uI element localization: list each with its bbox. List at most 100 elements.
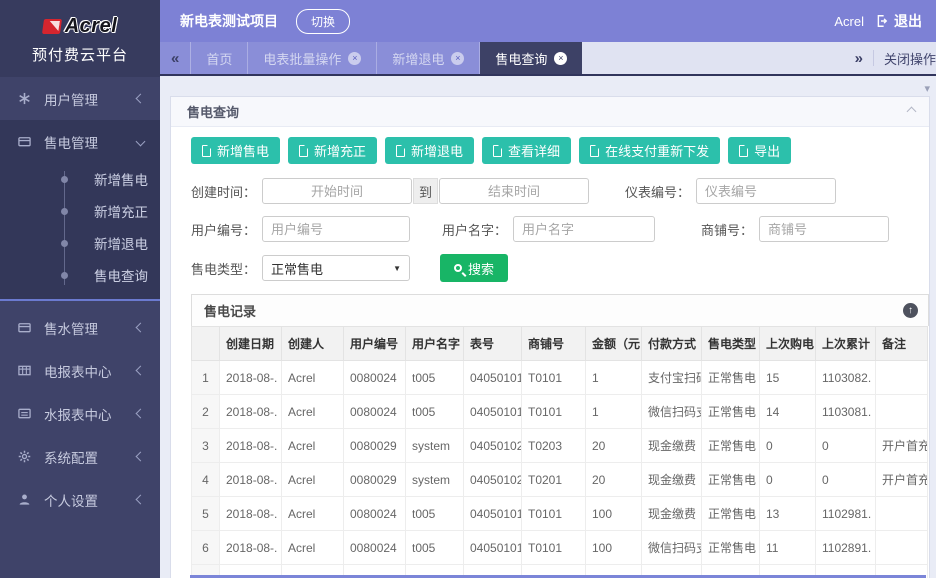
list-icon <box>18 407 34 420</box>
start-time-input[interactable] <box>262 178 412 204</box>
sidebar-item-system-config[interactable]: 系统配置 <box>0 435 160 478</box>
tab-new-refund[interactable]: 新增退电× <box>377 42 480 74</box>
table-row[interactable]: 12018-08-.Acrel0080024t00504050101T01011… <box>192 361 928 395</box>
sidebar-item-label: 售电管理 <box>44 132 137 152</box>
collapse-panel-icon[interactable] <box>907 107 917 117</box>
search-icon <box>454 264 462 272</box>
filter-form: 创建时间： 到 仪表编号： 用户编号： 用户名字： 商铺号： <box>171 164 929 282</box>
scroll-tabs-right-icon[interactable]: » <box>855 50 863 67</box>
panel-title: 售电查询 <box>187 102 239 121</box>
table-cell: 04050102 <box>464 463 522 497</box>
file-icon <box>493 145 502 157</box>
table-cell: 正常售电 <box>702 395 760 429</box>
row-index-cell: 4 <box>192 463 220 497</box>
table-cell: 04050101 <box>464 531 522 565</box>
table-cell: 15 <box>760 361 816 395</box>
sidebar: Acrel 预付费云平台 用户管理售电管理新增售电新增充正新增退电售电查询售水管… <box>0 0 160 578</box>
sidebar-item-sale-mgmt[interactable]: 售电管理 <box>0 120 160 163</box>
brand: Acrel 预付费云平台 <box>0 0 160 77</box>
select-caret-icon: ▼ <box>393 264 401 273</box>
caret-down-icon[interactable]: ▾ <box>924 82 930 95</box>
sidebar-item-elec-report-center[interactable]: 电报表中心 <box>0 349 160 392</box>
username[interactable]: Acrel <box>834 14 864 29</box>
table-title-bar: 售电记录 ↑ <box>191 294 929 326</box>
table-col-header: 售电类型 <box>702 327 760 361</box>
tab-home[interactable]: 首页 <box>191 42 248 74</box>
table-row[interactable]: 52018-08-.Acrel0080024t00504050101T01011… <box>192 497 928 531</box>
table-cell: 1102981. <box>816 497 876 531</box>
tab-sale-query[interactable]: 售电查询× <box>480 42 582 74</box>
logout-icon[interactable] <box>874 14 888 28</box>
close-tab-icon[interactable]: × <box>451 52 464 65</box>
table-row[interactable]: 42018-08-.Acrel0080029system04050102T020… <box>192 463 928 497</box>
sidebar-subitem-new-refund[interactable]: 新增退电 <box>0 227 160 259</box>
table-cell: 正常售电 <box>702 463 760 497</box>
online-pay-reissue-button[interactable]: 在线支付重新下发 <box>579 137 720 164</box>
sidebar-subitem-sale-query[interactable]: 售电查询 <box>0 259 160 291</box>
sidebar-item-water-sale-mgmt[interactable]: 售水管理 <box>0 306 160 349</box>
table-col-header <box>192 327 220 361</box>
table-cell: 100 <box>586 497 642 531</box>
sidebar-subitem-new-correction[interactable]: 新增充正 <box>0 195 160 227</box>
table-row[interactable]: 62018-08-.Acrel0080024t00504050101T01011… <box>192 531 928 565</box>
table-cell: Acrel <box>282 429 344 463</box>
end-time-input[interactable] <box>439 178 589 204</box>
table-cell: 20 <box>586 429 642 463</box>
shop-no-input[interactable] <box>759 216 889 242</box>
records-table: 创建日期创建人用户编号用户名字表号商铺号金额（元付款方式售电类型上次购电上次累计… <box>191 326 928 578</box>
new-sale-button[interactable]: 新增售电 <box>191 137 280 164</box>
chevron-left-icon <box>136 495 146 505</box>
meter-no-input[interactable] <box>696 178 836 204</box>
sidebar-subitem-label: 新增售电 <box>94 169 148 189</box>
table-cell: 微信扫码支付 <box>642 531 702 565</box>
sidebar-item-personal-settings[interactable]: 个人设置 <box>0 478 160 521</box>
sidebar-subitem-new-sale[interactable]: 新增售电 <box>0 163 160 195</box>
table-body: 12018-08-.Acrel0080024t00504050101T01011… <box>192 361 928 578</box>
table-cell: 1 <box>586 361 642 395</box>
gear-icon <box>18 450 34 463</box>
table-cell <box>876 531 928 565</box>
close-tab-icon[interactable]: × <box>554 52 567 65</box>
sidebar-item-user-mgmt[interactable]: 用户管理 <box>0 77 160 120</box>
scroll-top-icon[interactable]: ↑ <box>903 303 918 318</box>
close-tab-icon[interactable]: × <box>348 52 361 65</box>
table-col-header: 上次购电 <box>760 327 816 361</box>
user-no-label: 用户编号： <box>191 220 256 239</box>
sidebar-subitem-label: 新增充正 <box>94 201 148 221</box>
bullet-icon <box>61 176 68 183</box>
table-cell: 现金缴费 <box>642 497 702 531</box>
switch-project-button[interactable]: 切换 <box>296 9 350 34</box>
new-refund-button[interactable]: 新增退电 <box>385 137 474 164</box>
button-label: 查看详细 <box>508 141 560 160</box>
user-name-input[interactable] <box>513 216 655 242</box>
sale-type-select[interactable]: 正常售电 ▼ <box>262 255 410 281</box>
table-cell: T0101 <box>522 395 586 429</box>
close-operations-button[interactable]: 关闭操作 <box>884 49 936 68</box>
table-cell: Acrel <box>282 497 344 531</box>
table-cell: t005 <box>406 497 464 531</box>
search-button[interactable]: 搜索 <box>440 254 508 282</box>
user-icon <box>18 493 34 506</box>
table-cell: 现金缴费 <box>642 429 702 463</box>
view-detail-button[interactable]: 查看详细 <box>482 137 571 164</box>
tab-meter-batch-ops[interactable]: 电表批量操作× <box>248 42 377 74</box>
bullet-icon <box>61 272 68 279</box>
export-button[interactable]: 导出 <box>728 137 791 164</box>
user-no-input[interactable] <box>262 216 410 242</box>
table-cell: 11 <box>760 531 816 565</box>
sidebar-subitem-label: 售电查询 <box>94 265 148 285</box>
new-correction-button[interactable]: 新增充正 <box>288 137 377 164</box>
sidebar-item-water-report-center[interactable]: 水报表中心 <box>0 392 160 435</box>
sidebar-section-sale-mgmt: 售电管理新增售电新增充正新增退电售电查询 <box>0 120 160 299</box>
table-cell: t005 <box>406 531 464 565</box>
row-index-cell: 3 <box>192 429 220 463</box>
scroll-tabs-left-icon[interactable]: « <box>160 42 191 74</box>
button-label: 新增充正 <box>314 141 366 160</box>
main-column: 新电表测试项目 切换 Acrel 退出 « 首页电表批量操作×新增退电×售电查询… <box>160 0 936 578</box>
table-cell: 微信扫码支付 <box>642 395 702 429</box>
table-row[interactable]: 32018-08-.Acrel0080029system04050102T020… <box>192 429 928 463</box>
table-row[interactable]: 22018-08-.Acrel0080024t00504050101T01011… <box>192 395 928 429</box>
card-icon <box>18 135 34 148</box>
table-cell: 开户首充 <box>876 429 928 463</box>
logout-button[interactable]: 退出 <box>894 11 922 31</box>
